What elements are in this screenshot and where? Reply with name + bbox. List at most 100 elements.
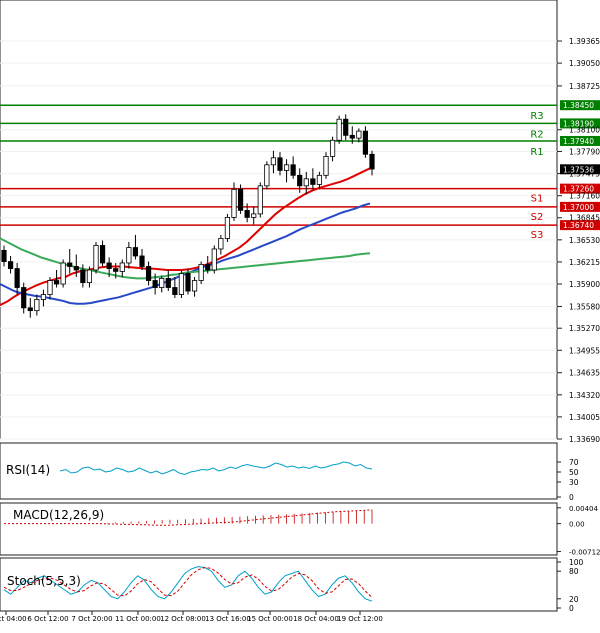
candle-up: [336, 118, 342, 141]
candle-down: [237, 188, 244, 211]
rsi-tick-label: 50: [569, 468, 579, 477]
candle-up: [93, 245, 99, 271]
rsi-panel-frame: [0, 442, 558, 500]
candle-down: [139, 255, 145, 267]
candle-up: [47, 280, 53, 295]
rsi-tick-label: 70: [569, 458, 579, 467]
chart-stage: 1.38450 R3 1.38190 R2 1.37940 R1 1.37260 S1 1.37…: [0, 0, 600, 629]
candle-down: [53, 280, 60, 285]
candle-down: [290, 164, 296, 176]
candle-up: [119, 262, 125, 272]
price-tick-label: 1.35900: [569, 280, 600, 289]
candle-up: [198, 263, 204, 281]
price-tick-label: 1.35580: [569, 302, 600, 311]
price-tick-label: 1.38100: [569, 126, 600, 135]
candle-down: [297, 174, 303, 187]
candle-up: [329, 139, 336, 157]
candle-down: [362, 130, 369, 155]
candle-up: [270, 157, 277, 166]
candle-down: [132, 247, 139, 257]
time-axis: 6 Oct 04:006 Oct 12:007 Oct 20:0011 Oct …: [0, 611, 383, 623]
candle-up: [126, 247, 132, 264]
price-tick-label: 1.36215: [569, 258, 600, 267]
candle-down: [14, 268, 20, 288]
price-tick-label: 1.39365: [569, 37, 600, 46]
candle-down: [99, 245, 106, 264]
price-tick-label: 1.34955: [569, 346, 600, 355]
candle-up: [191, 280, 198, 292]
time-tick-label: 6 Oct 12:00: [27, 615, 68, 623]
candle-down: [205, 263, 211, 271]
candle-down: [80, 269, 86, 284]
level-price-label: 1.37000: [563, 203, 594, 212]
candle-up: [211, 248, 217, 271]
candle-up: [251, 213, 257, 218]
candle-down: [349, 134, 355, 139]
candle-up: [40, 294, 47, 300]
stoch-tick-label: 100: [569, 558, 584, 567]
candle-up: [231, 188, 237, 218]
level-label-r2: R2: [530, 129, 543, 140]
candle-down: [343, 118, 349, 136]
price-tick-label: 1.37790: [569, 147, 600, 156]
current-price-label: 1.37536: [563, 165, 594, 174]
time-tick-label: 15 Oct 00:00: [247, 615, 293, 623]
candle-down: [7, 261, 14, 269]
candle-down: [21, 287, 27, 309]
candle-down: [1, 249, 7, 262]
candle-up: [60, 262, 66, 285]
price-tick-label: 1.34635: [569, 369, 600, 378]
time-tick-label: 19 Oct 12:00: [337, 615, 383, 623]
level-label-r1: R1: [530, 147, 543, 158]
candle-down: [152, 280, 158, 288]
candle-down: [244, 209, 250, 218]
macd-tick-label: -0.007127: [569, 549, 600, 557]
candle-up: [323, 155, 329, 176]
candle-down: [113, 268, 119, 272]
candle-up: [283, 164, 290, 171]
price-tick-label: 1.39050: [569, 59, 600, 68]
level-label-s2: S2: [531, 212, 544, 223]
time-tick-label: 6 Oct 04:00: [0, 615, 27, 623]
candle-down: [27, 307, 33, 312]
candle-down: [67, 262, 73, 267]
level-label-r3: R3: [530, 111, 543, 122]
candle-down: [185, 273, 191, 292]
candle-up: [218, 238, 224, 250]
time-tick-label: 12 Oct 08:00: [160, 615, 206, 623]
level-price-label: 1.38450: [563, 101, 594, 110]
price-tick-label: 1.38725: [569, 82, 600, 91]
candle-down: [310, 178, 316, 185]
candle-down: [277, 157, 283, 171]
candle-down: [106, 262, 112, 269]
candle-up: [224, 216, 231, 239]
candle-down: [73, 266, 79, 271]
price-axis: 1.393651.390501.387251.381001.377901.374…: [557, 37, 600, 444]
level-label-s3: S3: [531, 230, 544, 241]
stoch-title: Stoch(5,5,3): [7, 574, 81, 588]
level-price-label: 1.37940: [563, 137, 594, 146]
price-tick-label: 1.35270: [569, 324, 600, 333]
level-label-s1: S1: [531, 194, 544, 205]
rsi-tick-label: 30: [569, 478, 579, 487]
chart-canvas: 1.38450R31.38190R21.37940R11.37260S11.37…: [0, 0, 600, 623]
macd-title: MACD(12,26,9): [13, 508, 104, 522]
candle-up: [264, 164, 270, 187]
stoch-panel-frame: [0, 557, 558, 612]
candle-down: [172, 287, 178, 295]
candle-up: [356, 130, 362, 139]
candle-down: [369, 153, 375, 170]
stoch-tick-label: 80: [569, 567, 579, 576]
time-tick-label: 11 Oct 00:00: [115, 615, 161, 623]
price-tick-label: 1.34005: [569, 413, 600, 422]
candle-down: [165, 278, 171, 288]
time-tick-label: 7 Oct 20:00: [71, 615, 112, 623]
candle-up: [86, 269, 93, 284]
rsi-tick-label: 0: [569, 493, 574, 502]
candle-up: [34, 299, 40, 312]
price-tick-label: 1.36845: [569, 214, 600, 223]
candle-up: [303, 178, 309, 187]
price-tick-label: 1.36530: [569, 236, 600, 245]
stoch-tick-label: 0: [569, 604, 574, 613]
candle-down: [145, 266, 152, 281]
